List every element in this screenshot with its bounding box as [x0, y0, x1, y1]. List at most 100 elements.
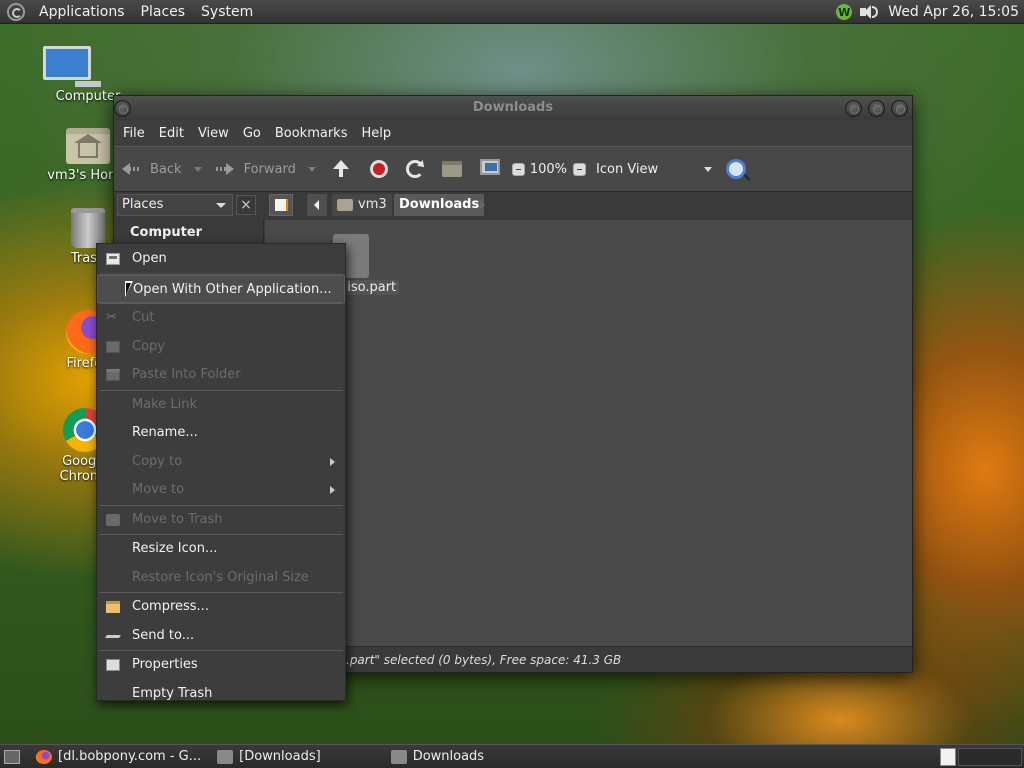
- taskbar-item-downloads-1[interactable]: [Downloads]: [211, 746, 327, 768]
- zoom-in-button[interactable]: [573, 162, 587, 176]
- menu-item-label: Open With Other Application...: [133, 281, 332, 297]
- menu-file[interactable]: File: [116, 126, 152, 141]
- breadcrumb-label: vm3: [358, 197, 387, 212]
- menu-item-cut[interactable]: Cut: [97, 304, 345, 333]
- folder-icon: [390, 749, 407, 764]
- minimize-button[interactable]: [845, 100, 862, 117]
- main-menu-logo-icon[interactable]: [7, 2, 25, 21]
- menu-system[interactable]: System: [193, 4, 261, 20]
- menu-item-empty-trash[interactable]: Empty Trash: [97, 680, 345, 709]
- menu-item-resize-icon[interactable]: Resize Icon...: [97, 535, 345, 564]
- menu-item-compress[interactable]: Compress...: [97, 593, 345, 622]
- top-panel: Applications Places System W Wed Apr 26,…: [0, 0, 1024, 24]
- paste-icon: [106, 369, 120, 381]
- zoom-level: 100%: [529, 161, 568, 177]
- menu-item-copy[interactable]: Copy: [97, 333, 345, 362]
- trash-icon: [106, 513, 120, 526]
- clock[interactable]: Wed Apr 26, 15:05: [888, 4, 1019, 20]
- tray-w-icon[interactable]: W: [836, 4, 853, 20]
- menu-item-label: Paste Into Folder: [132, 367, 241, 382]
- menu-view[interactable]: View: [191, 126, 236, 141]
- show-desktop-icon[interactable]: [4, 749, 20, 764]
- menu-places[interactable]: Places: [133, 4, 194, 20]
- menu-item-copy-to[interactable]: Copy to: [97, 448, 345, 477]
- folder-icon: [217, 749, 234, 764]
- taskbar-item-label: Downloads: [412, 749, 485, 764]
- menu-item-label: Open: [132, 251, 167, 266]
- chevron-down-icon: [216, 203, 226, 208]
- menu-help[interactable]: Help: [354, 126, 398, 141]
- sidebar-selector[interactable]: Places: [117, 194, 233, 216]
- menu-item-paste-into-folder[interactable]: Paste Into Folder: [97, 361, 345, 390]
- menu-item-move-to[interactable]: Move to: [97, 476, 345, 505]
- menu-edit[interactable]: Edit: [152, 126, 191, 141]
- menu-item-label: Cut: [132, 310, 155, 325]
- taskbar-item-downloads-2[interactable]: Downloads: [385, 746, 490, 768]
- back-arrow-icon[interactable]: [122, 162, 140, 176]
- close-sidebar-button[interactable]: ×: [236, 195, 256, 215]
- close-button[interactable]: [891, 100, 908, 117]
- menu-item-label: Make Link: [132, 396, 197, 412]
- breadcrumb-vm3[interactable]: vm3: [332, 194, 392, 216]
- menu-item-open[interactable]: Open: [97, 245, 345, 274]
- context-menu: Open Open With Other Application... Cut …: [96, 243, 346, 701]
- menu-item-open-with[interactable]: Open With Other Application...: [97, 274, 345, 303]
- workspace-1-button[interactable]: [940, 748, 956, 766]
- computer-icon: [43, 46, 133, 87]
- breadcrumb-downloads[interactable]: Downloads: [394, 194, 485, 216]
- forward-button[interactable]: Forward: [244, 162, 296, 177]
- back-history-dropdown[interactable]: [193, 166, 202, 172]
- menu-item-send-to[interactable]: Send to...: [97, 622, 345, 651]
- volume-icon[interactable]: [860, 4, 879, 20]
- bottom-panel: [dl.bobpony.com - G... [Downloads] Downl…: [0, 744, 1024, 768]
- forward-arrow-icon[interactable]: [215, 162, 234, 176]
- send-icon: [106, 630, 120, 642]
- menu-item-label: Move to Trash: [132, 511, 223, 527]
- menu-item-label: Send to...: [132, 627, 195, 643]
- menu-item-properties[interactable]: Properties: [97, 651, 345, 680]
- window-titlebar[interactable]: Downloads: [114, 96, 912, 120]
- menu-bookmarks[interactable]: Bookmarks: [268, 126, 355, 141]
- home-folder-icon: [337, 199, 353, 211]
- menu-item-rename[interactable]: Rename...: [97, 419, 345, 448]
- workspace-switcher[interactable]: [958, 748, 1022, 766]
- scissors-icon: [106, 304, 120, 332]
- submenu-arrow-icon: [330, 457, 335, 466]
- menu-applications[interactable]: Applications: [31, 4, 133, 20]
- trash-icon: [71, 208, 105, 248]
- reload-icon[interactable]: [405, 160, 424, 178]
- menu-item-label: Copy to: [132, 453, 183, 469]
- copy-icon: [106, 340, 120, 353]
- file-view[interactable]: t.iso.part: [265, 220, 912, 646]
- forward-history-dropdown[interactable]: [307, 166, 316, 172]
- home-folder-icon: [66, 128, 110, 164]
- computer-icon[interactable]: [479, 159, 500, 175]
- taskbar-item-browser[interactable]: [dl.bobpony.com - G...: [30, 746, 207, 768]
- home-icon[interactable]: [441, 161, 462, 177]
- stop-icon[interactable]: [369, 160, 388, 178]
- maximize-button[interactable]: [868, 100, 885, 117]
- zoom-out-button[interactable]: [511, 162, 525, 176]
- edit-location-icon[interactable]: [269, 194, 293, 216]
- menu-item-label: Resize Icon...: [132, 541, 218, 556]
- sidebar-heading-computer: Computer: [130, 225, 203, 240]
- toolbar: Back Forward 100% Icon View: [114, 146, 912, 192]
- firefox-icon: [36, 749, 52, 764]
- submenu-arrow-icon: [330, 486, 335, 494]
- back-button[interactable]: Back: [150, 162, 182, 177]
- view-mode-dropdown-icon[interactable]: [704, 166, 713, 172]
- open-icon: [106, 253, 120, 265]
- menu-item-move-to-trash[interactable]: Move to Trash: [97, 506, 345, 535]
- menu-item-label: Move to: [132, 482, 185, 497]
- menu-item-make-link[interactable]: Make Link: [97, 391, 345, 420]
- menu-item-restore-icon-size[interactable]: Restore Icon's Original Size: [97, 564, 345, 593]
- view-mode-select[interactable]: Icon View: [596, 162, 658, 177]
- menubar: File Edit View Go Bookmarks Help: [114, 120, 912, 146]
- search-icon[interactable]: [726, 159, 747, 179]
- menu-item-label: Empty Trash: [132, 685, 213, 701]
- path-scroll-left-button[interactable]: [307, 194, 327, 216]
- menu-go[interactable]: Go: [236, 126, 268, 141]
- path-scroll-right-button[interactable]: [480, 200, 485, 210]
- up-icon[interactable]: [330, 158, 352, 180]
- window-title: Downloads: [472, 100, 554, 115]
